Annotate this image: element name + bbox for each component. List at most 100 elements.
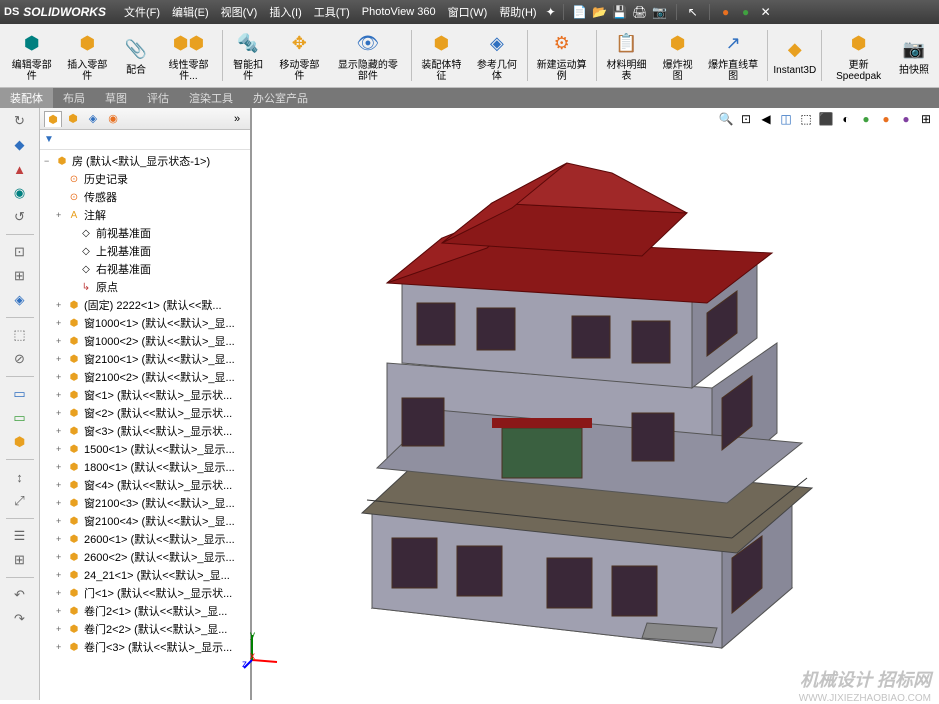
screenshot-icon[interactable]: 📷	[652, 4, 668, 20]
tree-part-item[interactable]: +⬢窗1000<2> (默认<<默认>_显...	[40, 332, 250, 350]
tree-history[interactable]: ⊙历史记录	[40, 170, 250, 188]
lt-icon-6[interactable]: ⊡	[11, 243, 29, 261]
menu-help[interactable]: 帮助(H)	[493, 4, 542, 20]
tree-front-plane[interactable]: ◇前视基准面	[40, 224, 250, 242]
new-icon[interactable]: 📄	[572, 4, 588, 20]
tree-part-item[interactable]: +⬢24_21<1> (默认<<默认>_显...	[40, 566, 250, 584]
tree-part-item[interactable]: +⬢窗2100<4> (默认<<默认>_显...	[40, 512, 250, 530]
lt-icon-15[interactable]: ⤢	[11, 492, 29, 510]
tree-top-plane[interactable]: ◇上视基准面	[40, 242, 250, 260]
tree-part-item[interactable]: +⬢窗2100<3> (默认<<默认>_显...	[40, 494, 250, 512]
cursor-icon[interactable]: ↖	[685, 4, 701, 20]
menu-photoview[interactable]: PhotoView 360	[356, 6, 442, 18]
lt-icon-10[interactable]: ⊘	[11, 350, 29, 368]
menu-insert[interactable]: 插入(I)	[263, 4, 307, 20]
exploded-view-button[interactable]: ⬢爆炸视图	[654, 26, 701, 85]
lt-icon-19[interactable]: ↷	[11, 610, 29, 628]
tree-part-item[interactable]: +⬢窗2100<1> (默认<<默认>_显...	[40, 350, 250, 368]
tab-sketch[interactable]: 草图	[95, 88, 137, 108]
tree-tab-collapse[interactable]: »	[228, 111, 246, 127]
tab-render[interactable]: 渲染工具	[179, 88, 243, 108]
zoom-fit-icon[interactable]: 🔍	[717, 110, 735, 128]
save-icon[interactable]: 💾	[612, 4, 628, 20]
menu-window[interactable]: 窗口(W)	[442, 4, 494, 20]
lt-icon-9[interactable]: ⬚	[11, 326, 29, 344]
lt-icon-12[interactable]: ▭	[11, 409, 29, 427]
hide-show-icon[interactable]: ◐	[837, 110, 855, 128]
open-icon[interactable]: 📂	[592, 4, 608, 20]
tab-office[interactable]: 办公室产品	[243, 88, 318, 108]
tree-sensors[interactable]: ⊙传感器	[40, 188, 250, 206]
tree-part-item[interactable]: +⬢1500<1> (默认<<默认>_显示...	[40, 440, 250, 458]
tree-part-item[interactable]: +⬢窗<3> (默认<<默认>_显示状...	[40, 422, 250, 440]
view-orient-icon[interactable]: ⬚	[797, 110, 815, 128]
tree-part-item[interactable]: +⬢卷门2<1> (默认<<默认>_显...	[40, 602, 250, 620]
menu-edit[interactable]: 编辑(E)	[166, 4, 215, 20]
print-icon[interactable]: 🖨	[632, 4, 648, 20]
tab-evaluate[interactable]: 评估	[137, 88, 179, 108]
bom-button[interactable]: 📋材料明细表	[599, 26, 655, 85]
tree-part-item[interactable]: +⬢窗2100<2> (默认<<默认>_显...	[40, 368, 250, 386]
tree-part-item[interactable]: +⬢窗1000<1> (默认<<默认>_显...	[40, 314, 250, 332]
tree-part-item[interactable]: +⬢窗<1> (默认<<默认>_显示状...	[40, 386, 250, 404]
tab-assembly[interactable]: 装配体	[0, 88, 53, 108]
lt-icon-3[interactable]: ▲	[11, 160, 29, 178]
lt-icon-18[interactable]: ↶	[11, 586, 29, 604]
snapshot-button[interactable]: 📷拍快照	[893, 26, 935, 85]
menu-tools[interactable]: 工具(T)	[308, 4, 356, 20]
tree-part-item[interactable]: +⬢卷门2<2> (默认<<默认>_显...	[40, 620, 250, 638]
lt-icon-17[interactable]: ⊞	[11, 551, 29, 569]
display-style-icon[interactable]: ⬛	[817, 110, 835, 128]
tree-part-item[interactable]: +⬢门<1> (默认<<默认>_显示状...	[40, 584, 250, 602]
decal-icon[interactable]: ●	[897, 110, 915, 128]
3d-viewport[interactable]: 🔍 ⊡ ◀ ◫ ⬚ ⬛ ◐ ● ● ● ⊞	[252, 108, 939, 700]
smart-fastener-button[interactable]: 🔩智能扣件	[225, 26, 272, 85]
explode-line-button[interactable]: ↗爆炸直线草图	[701, 26, 765, 85]
swoosh-icon[interactable]: ✦	[543, 4, 559, 20]
render-icon[interactable]: ⊞	[917, 110, 935, 128]
close-icon[interactable]: ✕	[758, 4, 774, 20]
ref-geometry-button[interactable]: ◈参考几何体	[469, 26, 525, 85]
filter-input[interactable]	[58, 134, 246, 145]
zoom-area-icon[interactable]: ⊡	[737, 110, 755, 128]
linear-pattern-button[interactable]: ⬢⬢线性零部件...	[157, 26, 220, 85]
move-component-button[interactable]: ✥移动零部件	[272, 26, 328, 85]
lt-icon-16[interactable]: ☰	[11, 527, 29, 545]
assembly-feature-button[interactable]: ⬢装配体特征	[414, 26, 470, 85]
tree-annotations[interactable]: +A注解	[40, 206, 250, 224]
lt-icon-7[interactable]: ⊞	[11, 267, 29, 285]
motion-study-button[interactable]: ⚙新建运动算例	[530, 26, 594, 85]
scene-icon[interactable]: ●	[857, 110, 875, 128]
tree-part-item[interactable]: +⬢窗<2> (默认<<默认>_显示状...	[40, 404, 250, 422]
tab-layout[interactable]: 布局	[53, 88, 95, 108]
section-icon[interactable]: ◫	[777, 110, 795, 128]
tree-right-plane[interactable]: ◇右视基准面	[40, 260, 250, 278]
prev-view-icon[interactable]: ◀	[757, 110, 775, 128]
tree-root[interactable]: −⬢房 (默认<默认_显示状态-1>)	[40, 152, 250, 170]
lt-icon-5[interactable]: ↺	[11, 208, 29, 226]
tree-origin[interactable]: ↳原点	[40, 278, 250, 296]
tree-part-item[interactable]: +⬢1800<1> (默认<<默认>_显示...	[40, 458, 250, 476]
lt-icon-14[interactable]: ↕	[11, 468, 29, 486]
insert-component-button[interactable]: ⬢插入零部件	[60, 26, 116, 85]
lt-icon-8[interactable]: ◈	[11, 291, 29, 309]
tree-part-item[interactable]: +⬢卷门<3> (默认<<默认>_显示...	[40, 638, 250, 656]
lt-icon-13[interactable]: ⬢	[11, 433, 29, 451]
lt-icon-11[interactable]: ▭	[11, 385, 29, 403]
lt-icon-1[interactable]: ↻	[11, 112, 29, 130]
menu-view[interactable]: 视图(V)	[215, 4, 264, 20]
tree-part-item[interactable]: +⬢2600<1> (默认<<默认>_显示...	[40, 530, 250, 548]
tree-part-item[interactable]: +⬢(固定) 2222<1> (默认<<默...	[40, 296, 250, 314]
show-hidden-button[interactable]: 👁显示隐藏的零部件	[327, 26, 409, 85]
tree-part-item[interactable]: +⬢窗<4> (默认<<默认>_显示状...	[40, 476, 250, 494]
instant3d-button[interactable]: ◆Instant3D	[770, 26, 819, 85]
rebuild-icon[interactable]: ●	[718, 4, 734, 20]
mate-button[interactable]: 📎配合	[115, 26, 157, 85]
menu-file[interactable]: 文件(F)	[118, 4, 166, 20]
tree-tab-feature[interactable]: ⬢	[44, 111, 62, 127]
tree-part-item[interactable]: +⬢2600<2> (默认<<默认>_显示...	[40, 548, 250, 566]
speedpak-button[interactable]: ⬢更新Speedpak	[824, 26, 893, 85]
edit-component-button[interactable]: ⬢编辑零部件	[4, 26, 60, 85]
appearance-icon[interactable]: ●	[877, 110, 895, 128]
lt-icon-4[interactable]: ◉	[11, 184, 29, 202]
